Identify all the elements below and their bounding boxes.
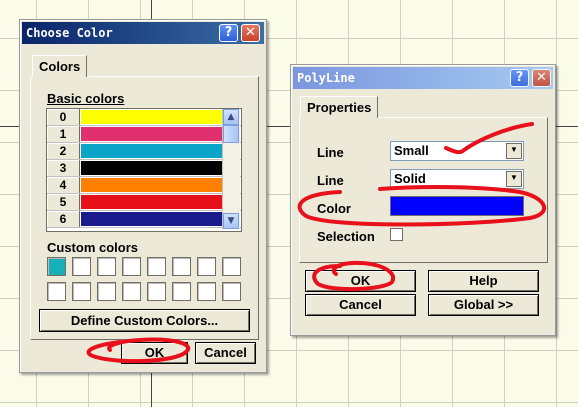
custom-color-cell[interactable] <box>172 257 191 276</box>
polyline-ok-button[interactable]: OK <box>305 270 416 292</box>
basic-color-index: 3 <box>47 160 80 176</box>
chevron-down-icon[interactable]: ▼ <box>506 171 522 187</box>
custom-color-cell[interactable] <box>47 282 66 301</box>
close-icon[interactable]: ✕ <box>532 69 551 87</box>
cancel-label: Cancel <box>204 345 247 360</box>
help-label: Help <box>469 273 498 288</box>
line-size-label: Line <box>317 145 344 160</box>
global-label: Global >> <box>453 297 514 312</box>
define-custom-colors-label: Define Custom Colors... <box>70 313 219 328</box>
line-style-value: Solid <box>394 171 426 186</box>
basic-color-swatch[interactable] <box>81 212 239 226</box>
help-icon[interactable]: ? <box>219 24 238 42</box>
chevron-down-icon[interactable]: ▼ <box>506 143 522 159</box>
custom-color-cell[interactable] <box>97 282 116 301</box>
ok-label: OK <box>350 273 371 288</box>
custom-color-cell[interactable] <box>197 282 216 301</box>
tab-colors[interactable]: Colors <box>32 55 88 77</box>
basic-color-row[interactable]: 5 <box>47 194 241 211</box>
scroll-up-icon[interactable]: ▲ <box>223 109 239 125</box>
line-style-select[interactable]: Solid ▼ <box>390 169 524 189</box>
basic-color-swatch[interactable] <box>81 144 239 158</box>
custom-color-cell[interactable] <box>147 257 166 276</box>
basic-color-index: 2 <box>47 143 80 159</box>
choose-color-cancel-button[interactable]: Cancel <box>195 342 256 364</box>
scroll-down-icon[interactable]: ▼ <box>223 213 239 229</box>
basic-color-swatch[interactable] <box>81 110 239 124</box>
color-swatch[interactable] <box>390 196 524 216</box>
custom-color-cell[interactable] <box>222 257 241 276</box>
choose-color-title: Choose Color <box>26 26 113 40</box>
cancel-label: Cancel <box>339 297 382 312</box>
custom-color-cell[interactable] <box>97 257 116 276</box>
basic-color-row[interactable]: 2 <box>47 143 241 160</box>
polyline-help-button[interactable]: Help <box>428 270 539 292</box>
tab-properties[interactable]: Properties <box>300 96 379 118</box>
basic-color-swatch[interactable] <box>81 195 239 209</box>
basic-color-swatch[interactable] <box>81 127 239 141</box>
polyline-global-button[interactable]: Global >> <box>428 294 539 316</box>
help-icon[interactable]: ? <box>510 69 529 87</box>
polyline-dialog: PolyLine ? ✕ Properties Line Small ▼ Lin… <box>290 64 556 336</box>
polyline-cancel-button[interactable]: Cancel <box>305 294 416 316</box>
polyline-title: PolyLine <box>297 71 355 85</box>
basic-color-row[interactable]: 6 <box>47 211 241 228</box>
basic-color-index: 6 <box>47 211 80 227</box>
custom-color-cell[interactable] <box>72 282 91 301</box>
custom-color-cell[interactable] <box>122 257 141 276</box>
custom-color-cell[interactable] <box>147 282 166 301</box>
basic-color-row[interactable]: 0 <box>47 109 241 126</box>
basic-colors-label: Basic colors <box>47 91 125 106</box>
basic-color-row[interactable]: 3 <box>47 160 241 177</box>
basic-color-row[interactable]: 1 <box>47 126 241 143</box>
line-style-label: Line <box>317 173 344 188</box>
basic-color-swatch[interactable] <box>81 161 239 175</box>
custom-color-cell[interactable] <box>222 282 241 301</box>
ok-label: OK <box>144 345 165 360</box>
define-custom-colors-button[interactable]: Define Custom Colors... <box>39 309 250 332</box>
basic-color-swatch[interactable] <box>81 178 239 192</box>
basic-colors-scrollbar[interactable]: ▲ ▼ <box>222 109 240 229</box>
custom-color-cell[interactable] <box>47 257 66 276</box>
line-size-select[interactable]: Small ▼ <box>390 141 524 161</box>
basic-color-index: 1 <box>47 126 80 142</box>
tab-properties-label: Properties <box>307 100 372 115</box>
custom-color-cell[interactable] <box>122 282 141 301</box>
basic-color-index: 4 <box>47 177 80 193</box>
color-label: Color <box>317 201 351 216</box>
close-icon[interactable]: ✕ <box>241 24 260 42</box>
tab-colors-label: Colors <box>39 59 81 74</box>
custom-colors-label: Custom colors <box>47 240 139 255</box>
scroll-thumb[interactable] <box>223 125 239 143</box>
custom-color-cell[interactable] <box>72 257 91 276</box>
choose-color-ok-button[interactable]: OK <box>121 342 188 364</box>
basic-color-index: 5 <box>47 194 80 210</box>
custom-color-cell[interactable] <box>197 257 216 276</box>
line-size-value: Small <box>394 143 429 158</box>
basic-colors-list[interactable]: 0123456 <box>46 108 242 232</box>
basic-color-row[interactable]: 4 <box>47 177 241 194</box>
selection-checkbox[interactable] <box>390 228 403 241</box>
choose-color-dialog: Choose Color ? ✕ Colors Basic colors 012… <box>19 19 267 373</box>
custom-color-cell[interactable] <box>172 282 191 301</box>
selection-label: Selection <box>317 229 375 244</box>
basic-color-index: 0 <box>47 109 80 125</box>
